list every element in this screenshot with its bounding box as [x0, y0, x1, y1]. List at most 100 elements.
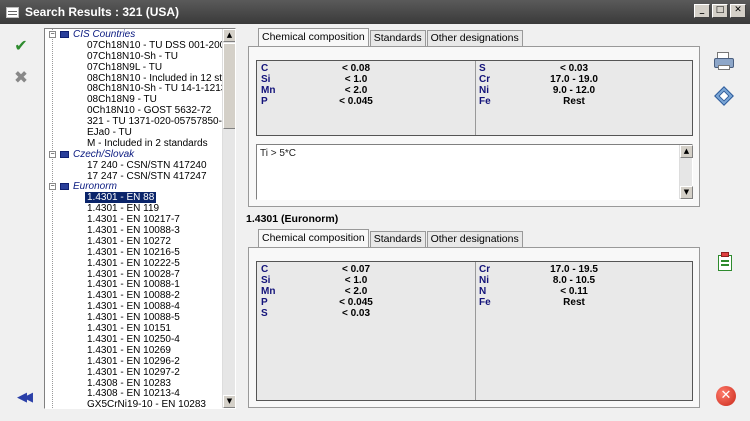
- tree-group[interactable]: − CIS Countries: [45, 29, 223, 40]
- tree-item[interactable]: 1.4301 - EN 10217-7: [45, 214, 223, 225]
- back-double-arrow-icon[interactable]: ◀◀: [14, 390, 33, 408]
- app-icon: [6, 6, 19, 18]
- tree-item[interactable]: 1.4308 - EN 10283: [45, 378, 223, 389]
- collapse-toggle-icon[interactable]: −: [49, 150, 56, 158]
- reject-x-icon[interactable]: ✖: [12, 68, 30, 88]
- tree-item[interactable]: 07Ch18N9L - TU: [45, 62, 223, 73]
- tree-row-label: 1.4301 - EN 10250-4: [87, 333, 180, 345]
- window-controls: _ □ ✕: [694, 4, 746, 18]
- minimize-button[interactable]: _: [694, 4, 710, 18]
- tab-other-designations-bottom[interactable]: Other designations: [426, 231, 523, 247]
- printer-icon[interactable]: [714, 52, 736, 72]
- tab-chemical-composition-bottom[interactable]: Chemical composition: [258, 229, 369, 247]
- tree-item[interactable]: M - Included in 2 standards: [45, 138, 223, 149]
- tree-item[interactable]: 17 240 - CSN/STN 417240: [45, 160, 223, 171]
- tree-item[interactable]: 1.4301 - EN 10296-2: [45, 356, 223, 367]
- element-symbol: Si: [261, 74, 271, 85]
- tree-item[interactable]: 1.4301 - EN 10269: [45, 345, 223, 356]
- tree-row-label: 17 247 - CSN/STN 417247: [87, 170, 207, 182]
- accept-check-icon[interactable]: ✔: [12, 36, 30, 55]
- composition-row: S < 0.03: [261, 308, 411, 319]
- element-symbol: Si: [261, 275, 271, 286]
- composition-row: Mn < 2.0: [261, 85, 411, 96]
- tab-other-designations-top[interactable]: Other designations: [426, 30, 523, 46]
- clipboard-icon[interactable]: [716, 252, 738, 272]
- tree-item[interactable]: 07Ch18N10 - TU DSS 001-2004: [45, 40, 223, 51]
- tree-item[interactable]: 1.4308 - EN 10213-4: [45, 388, 223, 399]
- tree-row-label: 1.4301 - EN 10272: [87, 235, 171, 247]
- tree-item[interactable]: 1.4301 - EN 88: [45, 192, 223, 204]
- tree-group[interactable]: − Euronorm: [45, 181, 223, 192]
- tree-item[interactable]: 08Ch18N10-Sh - TU 14-1-1213-: [45, 83, 223, 94]
- tree-item[interactable]: 08Ch18N9 - TU: [45, 94, 223, 105]
- tree-item[interactable]: 0Ch18N10 - GOST 5632-72: [45, 105, 223, 116]
- element-value: < 0.07: [341, 264, 371, 275]
- collapse-toggle-icon[interactable]: −: [49, 31, 56, 38]
- tree-item[interactable]: 08Ch18N10 - Included in 12 star: [45, 73, 223, 84]
- tree-row-label: 1.4301 - EN 10028-7: [87, 268, 180, 280]
- notes-scroll-down-arrow[interactable]: ▼: [680, 186, 693, 199]
- tree-row-label: 1.4301 - EN 88: [85, 192, 157, 204]
- tree-item[interactable]: EJa0 - TU: [45, 127, 223, 138]
- notes-scrollbar[interactable]: ▲ ▼: [679, 145, 693, 199]
- tree-row-label: GX5CrNi19-10 - EN 10283: [87, 399, 206, 408]
- composition-row: P < 0.045: [261, 297, 411, 308]
- composition-row: Cr 17.0 - 19.5: [479, 264, 629, 275]
- tree-item[interactable]: GX5CrNi19-10 - EN 10283: [45, 399, 223, 408]
- export-icon[interactable]: [714, 86, 736, 106]
- composition-row: Ni 9.0 - 12.0: [479, 85, 629, 96]
- tree-row-label: 1.4301 - EN 10297-2: [87, 366, 180, 378]
- tab-chemical-composition-top[interactable]: Chemical composition: [258, 28, 369, 46]
- notes-scroll-up-arrow[interactable]: ▲: [680, 145, 693, 158]
- tree-item[interactable]: 1.4301 - EN 10088-3: [45, 225, 223, 236]
- element-value: 17.0 - 19.0: [550, 74, 598, 85]
- scroll-down-arrow[interactable]: ▼: [223, 395, 235, 408]
- tree-row-label: 1.4308 - EN 10213-4: [87, 388, 180, 400]
- tree-row-label: 08Ch18N10-Sh - TU 14-1-1213-: [87, 83, 223, 95]
- bottom-tabs: Chemical composition Standards Other des…: [258, 229, 524, 247]
- tree-row-label: 07Ch18N10 - TU DSS 001-2004: [87, 39, 223, 51]
- tree-row-label: 1.4301 - EN 10088-5: [87, 312, 180, 324]
- tree-item[interactable]: 1.4301 - EN 10088-5: [45, 312, 223, 323]
- notes-textarea[interactable]: Ti > 5*C ▲ ▼: [256, 144, 693, 200]
- tree-item[interactable]: 1.4301 - EN 10028-7: [45, 269, 223, 280]
- maximize-button[interactable]: □: [712, 4, 728, 18]
- close-dialog-icon[interactable]: ✕: [716, 386, 736, 406]
- element-symbol: Mn: [261, 286, 276, 297]
- tree-row-label: 07Ch18N10-Sh - TU: [87, 50, 178, 62]
- collapse-toggle-icon[interactable]: −: [49, 183, 56, 191]
- element-value: < 0.11: [560, 286, 588, 297]
- tree-item[interactable]: 1.4301 - EN 10151: [45, 323, 223, 334]
- tree-item[interactable]: 1.4301 - EN 10222-5: [45, 258, 223, 269]
- tree-group[interactable]: − Czech/Slovak: [45, 149, 223, 160]
- top-tabs: Chemical composition Standards Other des…: [258, 28, 524, 46]
- element-symbol: N: [479, 286, 487, 297]
- composition-row: Ni 8.0 - 10.5: [479, 275, 629, 286]
- bottom-composition-left: C < 0.07 Si < 1.0 Mn < 2.0 P < 0.045 S < 0.03: [261, 264, 411, 319]
- element-symbol: Fe: [479, 96, 491, 107]
- tree-scrollbar[interactable]: ▲ ▼: [222, 29, 235, 408]
- scroll-up-arrow[interactable]: ▲: [223, 29, 235, 42]
- folder-icon: [60, 31, 69, 38]
- composition-row: S < 0.03: [479, 63, 629, 74]
- tree-item[interactable]: 1.4301 - EN 119: [45, 203, 223, 214]
- window-close-button[interactable]: ✕: [730, 4, 746, 18]
- tree-item[interactable]: 07Ch18N10-Sh - TU: [45, 51, 223, 62]
- scroll-thumb[interactable]: [223, 43, 235, 129]
- tree-item[interactable]: 1.4301 - EN 10216-5: [45, 247, 223, 258]
- tree-item[interactable]: 1.4301 - EN 10297-2: [45, 367, 223, 378]
- element-value: < 0.03: [341, 308, 371, 319]
- composition-row: Mn < 2.0: [261, 286, 411, 297]
- tab-standards-bottom[interactable]: Standards: [369, 231, 426, 247]
- element-symbol: Ni: [479, 85, 489, 96]
- tree-item[interactable]: 1.4301 - EN 10272: [45, 236, 223, 247]
- tree-row-label: EJa0 - TU: [87, 127, 132, 139]
- tree-item[interactable]: 1.4301 - EN 10088-1: [45, 279, 223, 290]
- tree-item[interactable]: 1.4301 - EN 10088-4: [45, 301, 223, 312]
- tree-item[interactable]: 1.4301 - EN 10088-2: [45, 290, 223, 301]
- tree-item[interactable]: 321 - TU 1371-020-05757850-0(: [45, 116, 223, 127]
- tree-item[interactable]: 17 247 - CSN/STN 417247: [45, 171, 223, 182]
- tab-standards-top[interactable]: Standards: [369, 30, 426, 46]
- tree-item[interactable]: 1.4301 - EN 10250-4: [45, 334, 223, 345]
- results-tree[interactable]: − CIS Countries 07Ch18N10 - TU DSS 001-200…: [44, 28, 236, 409]
